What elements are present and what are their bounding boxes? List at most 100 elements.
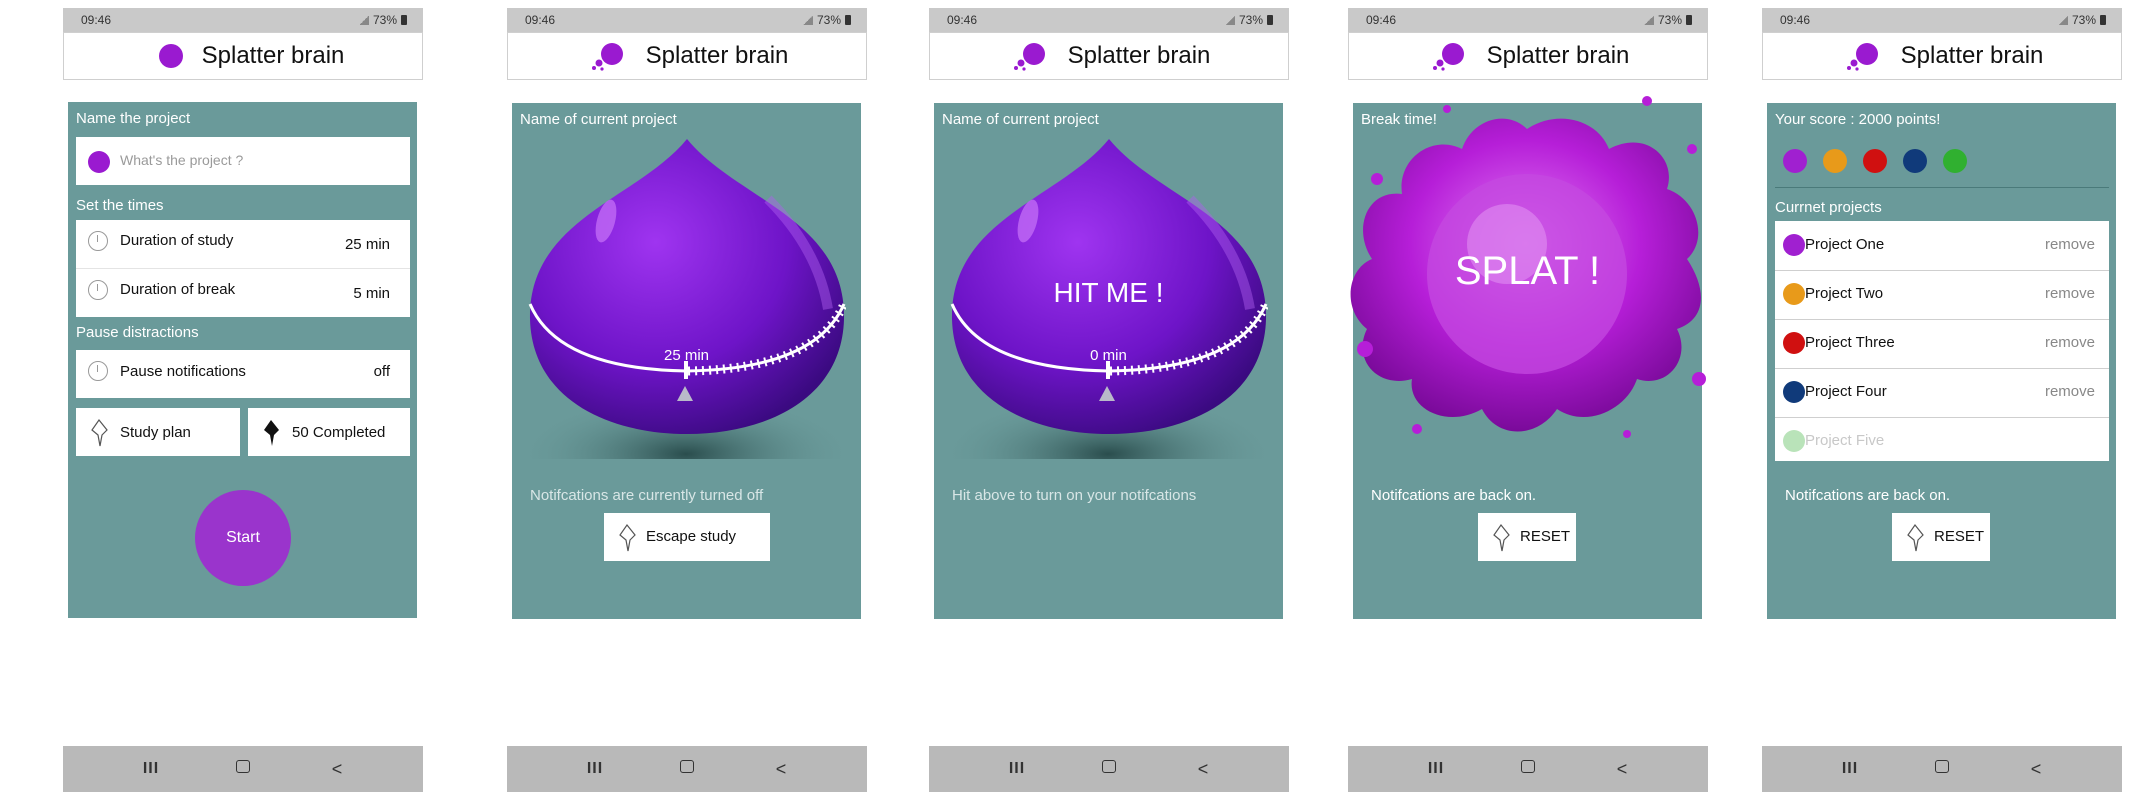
status-time: 09:46 — [1780, 13, 1811, 27]
phone-setup-screen: 09:46 73% Splatter brain Name the projec… — [63, 8, 423, 792]
pen-nib-icon — [1907, 523, 1924, 552]
project-color-icon — [1783, 332, 1805, 354]
list-item[interactable]: Project Four remove — [1775, 368, 2109, 418]
reset-label: RESET — [1520, 528, 1571, 545]
back-icon[interactable]: < — [771, 760, 791, 778]
notification-status-note: Notifcations are currently turned off — [530, 487, 764, 504]
study-duration-label: Duration of study — [120, 232, 234, 249]
recent-apps-icon[interactable]: III — [1426, 760, 1446, 778]
study-plan-button[interactable]: Study plan — [76, 408, 240, 456]
back-icon[interactable]: < — [327, 760, 347, 778]
escape-study-label: Escape study — [646, 528, 737, 545]
app-title: Splatter brain — [645, 42, 789, 69]
splat-label: SPLAT ! — [1454, 249, 1601, 293]
project-color-icon — [1783, 381, 1805, 403]
app-bar: Splatter brain — [1762, 32, 2122, 80]
project-color-icon[interactable] — [88, 151, 110, 173]
back-icon[interactable]: < — [2026, 760, 2046, 778]
app-bar: Splatter brain — [507, 32, 867, 80]
home-icon[interactable] — [1932, 760, 1952, 778]
project-name: Project Three — [1805, 334, 1895, 351]
project-color-icon — [1783, 430, 1805, 452]
recent-apps-icon[interactable]: III — [1840, 760, 1860, 778]
home-icon[interactable] — [1099, 760, 1119, 778]
timer-value: 0 min — [1090, 347, 1127, 364]
nav-bar: III < — [1762, 746, 2122, 792]
remove-link[interactable]: remove — [2045, 334, 2095, 351]
back-icon[interactable]: < — [1612, 760, 1632, 778]
break-duration-row[interactable]: Duration of break 5 min — [76, 268, 410, 317]
project-name-field[interactable]: What's the project ? — [76, 137, 410, 185]
clock-icon — [88, 231, 108, 251]
battery-icon — [1267, 15, 1273, 25]
reset-button[interactable]: RESET — [1892, 513, 1990, 561]
setup-panel: Name the project What's the project ? Se… — [68, 102, 417, 618]
green-drop-icon — [1943, 149, 1967, 173]
completed-button[interactable]: 50 Completed — [248, 408, 410, 456]
signal-icon — [1224, 15, 1235, 25]
remove-link[interactable]: remove — [2045, 236, 2095, 253]
phone-score-screen: 09:46 73% Splatter brain Your score : 20… — [1762, 8, 2122, 792]
battery-icon — [401, 15, 407, 25]
home-icon[interactable] — [233, 760, 253, 778]
purple-drop-icon — [1783, 149, 1807, 173]
pen-nib-filled-icon — [264, 420, 279, 446]
hit-panel: Name of current project HIT ME ! 0 min H… — [934, 103, 1283, 619]
study-plan-label: Study plan — [120, 424, 191, 441]
project-name: Project Four — [1805, 383, 1887, 400]
status-bar: 09:46 73% — [1348, 8, 1708, 32]
project-list: Project One remove Project Two remove Pr… — [1775, 221, 2109, 461]
project-name-placeholder: What's the project ? — [120, 152, 244, 168]
list-item[interactable]: Project Two remove — [1775, 270, 2109, 320]
battery-percent: 73% — [816, 13, 841, 27]
home-icon[interactable] — [1518, 760, 1538, 778]
battery-percent: 73% — [2071, 13, 2096, 27]
escape-study-button[interactable]: Escape study — [604, 513, 770, 561]
home-icon[interactable] — [677, 760, 697, 778]
recent-apps-icon[interactable]: III — [585, 760, 605, 778]
nav-bar: III < — [63, 746, 423, 792]
battery-percent: 73% — [372, 13, 397, 27]
phone-hit-screen: 09:46 73% Splatter brain Name of current… — [929, 8, 1289, 792]
battery-percent: 73% — [1238, 13, 1263, 27]
signal-icon — [1643, 15, 1654, 25]
timer-value: 25 min — [663, 347, 710, 364]
back-icon[interactable]: < — [1193, 760, 1213, 778]
recent-apps-icon[interactable]: III — [141, 760, 161, 778]
study-duration-row[interactable]: Duration of study 25 min — [76, 220, 410, 268]
completed-label: 50 Completed — [292, 424, 386, 441]
nav-bar: III < — [1348, 746, 1708, 792]
remove-link[interactable]: remove — [2045, 285, 2095, 302]
nav-bar: III < — [929, 746, 1289, 792]
battery-icon — [2100, 15, 2106, 25]
list-item[interactable]: Project One remove — [1775, 221, 2109, 271]
list-item[interactable]: Project Five — [1775, 417, 2109, 461]
phone-break-screen: 09:46 73% Splatter brain Break time! SPL… — [1348, 8, 1708, 792]
remove-link[interactable]: remove — [2045, 383, 2095, 400]
recent-apps-icon[interactable]: III — [1007, 760, 1027, 778]
timer-drop-graphic[interactable] — [528, 139, 846, 459]
hit-me-label: HIT ME ! — [1053, 277, 1164, 308]
pause-notifications-label: Pause notifications — [120, 363, 246, 380]
break-duration-value[interactable]: 5 min — [353, 285, 390, 302]
reset-label: RESET — [1934, 528, 1985, 545]
notifications-back-note: Notifcations are back on. — [1371, 487, 1537, 504]
list-item[interactable]: Project Three remove — [1775, 319, 2109, 369]
status-bar: 09:46 73% — [1762, 8, 2122, 32]
score-panel: Your score : 2000 points! Currnet projec… — [1767, 103, 2116, 619]
start-button[interactable]: Start — [195, 490, 291, 586]
battery-percent: 73% — [1657, 13, 1682, 27]
pause-notifications-value[interactable]: off — [374, 363, 390, 380]
reset-button[interactable]: RESET — [1478, 513, 1576, 561]
score-paint-drops — [1783, 147, 1983, 177]
clock-icon — [88, 280, 108, 300]
timer-panel: Name of current project 25 min Notifcati… — [512, 103, 861, 619]
pause-notifications-row[interactable]: Pause notifications off — [76, 350, 410, 398]
phone-timer-screen: 09:46 73% Splatter brain Name of current… — [507, 8, 867, 792]
break-duration-label: Duration of break — [120, 281, 236, 298]
status-time: 09:46 — [81, 13, 112, 27]
battery-icon — [1686, 15, 1692, 25]
study-duration-value[interactable]: 25 min — [345, 236, 390, 253]
clock-icon — [88, 361, 108, 381]
app-title: Splatter brain — [1486, 42, 1630, 69]
